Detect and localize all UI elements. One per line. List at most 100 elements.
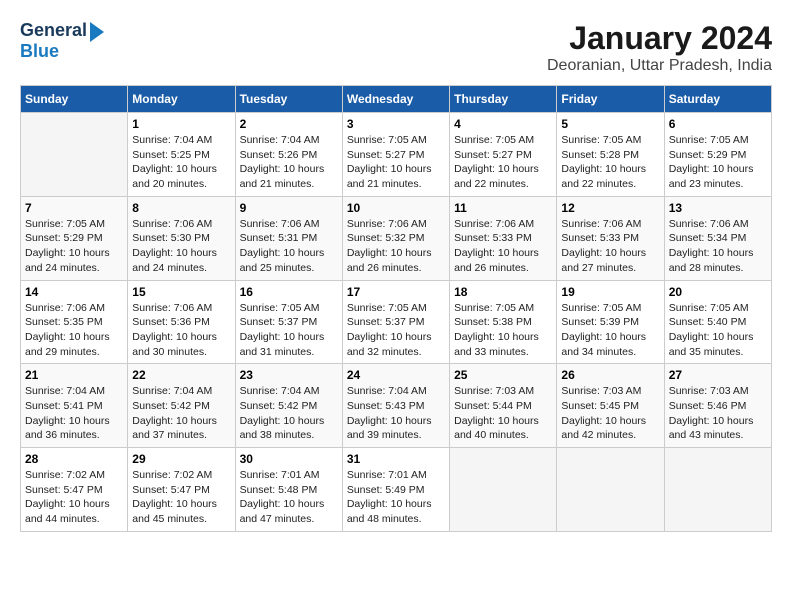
- table-row: 20 Sunrise: 7:05 AM Sunset: 5:40 PM Dayli…: [664, 280, 771, 364]
- day-info: Sunrise: 7:06 AM Sunset: 5:34 PM Dayligh…: [669, 217, 767, 276]
- day-number: 24: [347, 368, 445, 382]
- day-number: 26: [561, 368, 659, 382]
- day-number: 10: [347, 201, 445, 215]
- header-monday: Monday: [128, 86, 235, 113]
- week-row-1: 1Sunrise: 7:04 AM Sunset: 5:25 PM Daylig…: [21, 113, 772, 197]
- table-row: [450, 448, 557, 532]
- table-row: 26 Sunrise: 7:03 AM Sunset: 5:45 PM Dayli…: [557, 364, 664, 448]
- day-info: Sunrise: 7:02 AM Sunset: 5:47 PM Dayligh…: [132, 468, 230, 527]
- header-sunday: Sunday: [21, 86, 128, 113]
- table-row: 18Sunrise: 7:05 AM Sunset: 5:38 PM Dayli…: [450, 280, 557, 364]
- table-row: 21Sunrise: 7:04 AM Sunset: 5:41 PM Dayli…: [21, 364, 128, 448]
- calendar-subtitle: Deoranian, Uttar Pradesh, India: [547, 57, 772, 75]
- table-row: [21, 113, 128, 197]
- day-info: Sunrise: 7:06 AM Sunset: 5:33 PM Dayligh…: [454, 217, 552, 276]
- day-number: 15: [132, 285, 230, 299]
- day-number: 8: [132, 201, 230, 215]
- day-info: Sunrise: 7:04 AM Sunset: 5:25 PM Dayligh…: [132, 133, 230, 192]
- table-row: [664, 448, 771, 532]
- table-row: 8 Sunrise: 7:06 AM Sunset: 5:30 PM Daylig…: [128, 196, 235, 280]
- day-number: 11: [454, 201, 552, 215]
- table-row: 2 Sunrise: 7:04 AM Sunset: 5:26 PM Daylig…: [235, 113, 342, 197]
- day-info: Sunrise: 7:05 AM Sunset: 5:39 PM Dayligh…: [561, 301, 659, 360]
- day-number: 14: [25, 285, 123, 299]
- day-number: 7: [25, 201, 123, 215]
- day-number: 9: [240, 201, 338, 215]
- day-number: 31: [347, 452, 445, 466]
- table-row: 3Sunrise: 7:05 AM Sunset: 5:27 PM Daylig…: [342, 113, 449, 197]
- day-info: Sunrise: 7:06 AM Sunset: 5:35 PM Dayligh…: [25, 301, 123, 360]
- week-row-4: 21Sunrise: 7:04 AM Sunset: 5:41 PM Dayli…: [21, 364, 772, 448]
- week-row-5: 28 Sunrise: 7:02 AM Sunset: 5:47 PM Dayli…: [21, 448, 772, 532]
- day-number: 2: [240, 117, 338, 131]
- day-number: 29: [132, 452, 230, 466]
- day-info: Sunrise: 7:01 AM Sunset: 5:48 PM Dayligh…: [240, 468, 338, 527]
- day-info: Sunrise: 7:05 AM Sunset: 5:38 PM Dayligh…: [454, 301, 552, 360]
- day-number: 16: [240, 285, 338, 299]
- day-number: 27: [669, 368, 767, 382]
- table-row: 13 Sunrise: 7:06 AM Sunset: 5:34 PM Dayli…: [664, 196, 771, 280]
- header-saturday: Saturday: [664, 86, 771, 113]
- calendar-table: Sunday Monday Tuesday Wednesday Thursday…: [20, 85, 772, 532]
- day-info: Sunrise: 7:06 AM Sunset: 5:33 PM Dayligh…: [561, 217, 659, 276]
- day-number: 6: [669, 117, 767, 131]
- page-header: General Blue January 2024 Deoranian, Utt…: [20, 20, 772, 75]
- day-info: Sunrise: 7:05 AM Sunset: 5:28 PM Dayligh…: [561, 133, 659, 192]
- day-number: 20: [669, 285, 767, 299]
- header-friday: Friday: [557, 86, 664, 113]
- table-row: 12 Sunrise: 7:06 AM Sunset: 5:33 PM Dayli…: [557, 196, 664, 280]
- day-info: Sunrise: 7:06 AM Sunset: 5:36 PM Dayligh…: [132, 301, 230, 360]
- day-info: Sunrise: 7:04 AM Sunset: 5:26 PM Dayligh…: [240, 133, 338, 192]
- table-row: 1Sunrise: 7:04 AM Sunset: 5:25 PM Daylig…: [128, 113, 235, 197]
- table-row: 10 Sunrise: 7:06 AM Sunset: 5:32 PM Dayli…: [342, 196, 449, 280]
- day-info: Sunrise: 7:03 AM Sunset: 5:44 PM Dayligh…: [454, 384, 552, 443]
- day-number: 4: [454, 117, 552, 131]
- table-row: 19 Sunrise: 7:05 AM Sunset: 5:39 PM Dayli…: [557, 280, 664, 364]
- header-wednesday: Wednesday: [342, 86, 449, 113]
- week-row-3: 14 Sunrise: 7:06 AM Sunset: 5:35 PM Dayli…: [21, 280, 772, 364]
- day-number: 25: [454, 368, 552, 382]
- day-info: Sunrise: 7:06 AM Sunset: 5:30 PM Dayligh…: [132, 217, 230, 276]
- day-number: 30: [240, 452, 338, 466]
- day-info: Sunrise: 7:06 AM Sunset: 5:32 PM Dayligh…: [347, 217, 445, 276]
- table-row: 29 Sunrise: 7:02 AM Sunset: 5:47 PM Dayli…: [128, 448, 235, 532]
- day-info: Sunrise: 7:05 AM Sunset: 5:40 PM Dayligh…: [669, 301, 767, 360]
- day-number: 13: [669, 201, 767, 215]
- day-number: 23: [240, 368, 338, 382]
- day-number: 22: [132, 368, 230, 382]
- week-row-2: 7Sunrise: 7:05 AM Sunset: 5:29 PM Daylig…: [21, 196, 772, 280]
- table-row: 22 Sunrise: 7:04 AM Sunset: 5:42 PM Dayli…: [128, 364, 235, 448]
- day-info: Sunrise: 7:04 AM Sunset: 5:42 PM Dayligh…: [132, 384, 230, 443]
- day-info: Sunrise: 7:06 AM Sunset: 5:31 PM Dayligh…: [240, 217, 338, 276]
- day-info: Sunrise: 7:05 AM Sunset: 5:37 PM Dayligh…: [347, 301, 445, 360]
- table-row: 4Sunrise: 7:05 AM Sunset: 5:27 PM Daylig…: [450, 113, 557, 197]
- table-row: 30 Sunrise: 7:01 AM Sunset: 5:48 PM Dayli…: [235, 448, 342, 532]
- table-row: 7Sunrise: 7:05 AM Sunset: 5:29 PM Daylig…: [21, 196, 128, 280]
- day-info: Sunrise: 7:03 AM Sunset: 5:46 PM Dayligh…: [669, 384, 767, 443]
- calendar-title: January 2024: [547, 20, 772, 57]
- day-info: Sunrise: 7:03 AM Sunset: 5:45 PM Dayligh…: [561, 384, 659, 443]
- logo-text: General: [20, 21, 87, 41]
- table-row: 23Sunrise: 7:04 AM Sunset: 5:42 PM Dayli…: [235, 364, 342, 448]
- header-thursday: Thursday: [450, 86, 557, 113]
- day-number: 19: [561, 285, 659, 299]
- title-block: January 2024 Deoranian, Uttar Pradesh, I…: [547, 20, 772, 75]
- day-info: Sunrise: 7:05 AM Sunset: 5:37 PM Dayligh…: [240, 301, 338, 360]
- table-row: 14 Sunrise: 7:06 AM Sunset: 5:35 PM Dayli…: [21, 280, 128, 364]
- day-number: 12: [561, 201, 659, 215]
- table-row: [557, 448, 664, 532]
- table-row: 27 Sunrise: 7:03 AM Sunset: 5:46 PM Dayli…: [664, 364, 771, 448]
- table-row: 28Sunrise: 7:02 AM Sunset: 5:47 PM Dayli…: [21, 448, 128, 532]
- day-info: Sunrise: 7:01 AM Sunset: 5:49 PM Dayligh…: [347, 468, 445, 527]
- logo: General Blue: [20, 20, 104, 62]
- day-info: Sunrise: 7:05 AM Sunset: 5:27 PM Dayligh…: [347, 133, 445, 192]
- day-number: 5: [561, 117, 659, 131]
- table-row: 24Sunrise: 7:04 AM Sunset: 5:43 PM Dayli…: [342, 364, 449, 448]
- day-info: Sunrise: 7:05 AM Sunset: 5:29 PM Dayligh…: [669, 133, 767, 192]
- table-row: 25 Sunrise: 7:03 AM Sunset: 5:44 PM Dayli…: [450, 364, 557, 448]
- day-number: 17: [347, 285, 445, 299]
- calendar-header-row: Sunday Monday Tuesday Wednesday Thursday…: [21, 86, 772, 113]
- table-row: 15 Sunrise: 7:06 AM Sunset: 5:36 PM Dayli…: [128, 280, 235, 364]
- day-number: 28: [25, 452, 123, 466]
- logo-arrow-icon: [90, 22, 104, 42]
